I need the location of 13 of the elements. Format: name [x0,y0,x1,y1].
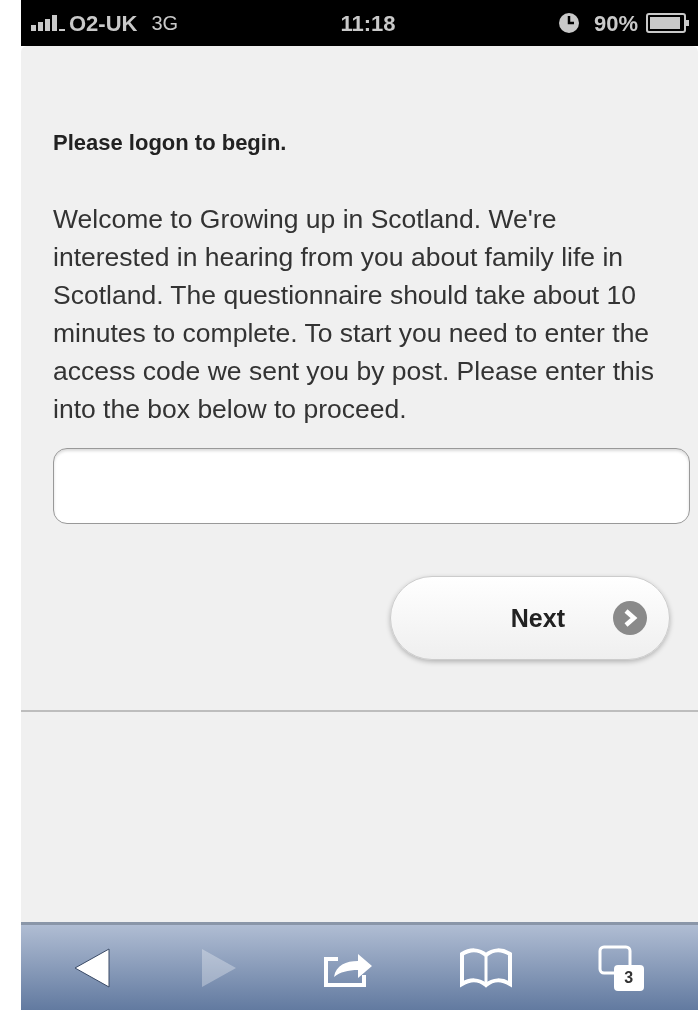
page-heading: Please logon to begin. [53,130,288,157]
clock-icon [557,12,580,34]
network-type: 3G [151,11,179,36]
clock-time: 11:18 [340,10,396,36]
access-code-field[interactable] [53,448,690,525]
chevron-right-icon [613,601,647,636]
battery-percent: 90% [593,9,638,38]
carrier-name: O2-UK [69,9,138,38]
next-button[interactable]: Next [390,576,670,661]
intro-paragraph: Welcome to Growing up in Scotland. We're interested in hearing from you about family life in Scotland. The questionnaire should take about 10 minutes to complete. To start you need to enter the access code we sent you by post. Please enter this into the box below to proceed. [53,203,655,427]
battery-icon [646,13,690,33]
tab-count: 3 [613,964,644,991]
book-icon[interactable] [459,947,514,988]
